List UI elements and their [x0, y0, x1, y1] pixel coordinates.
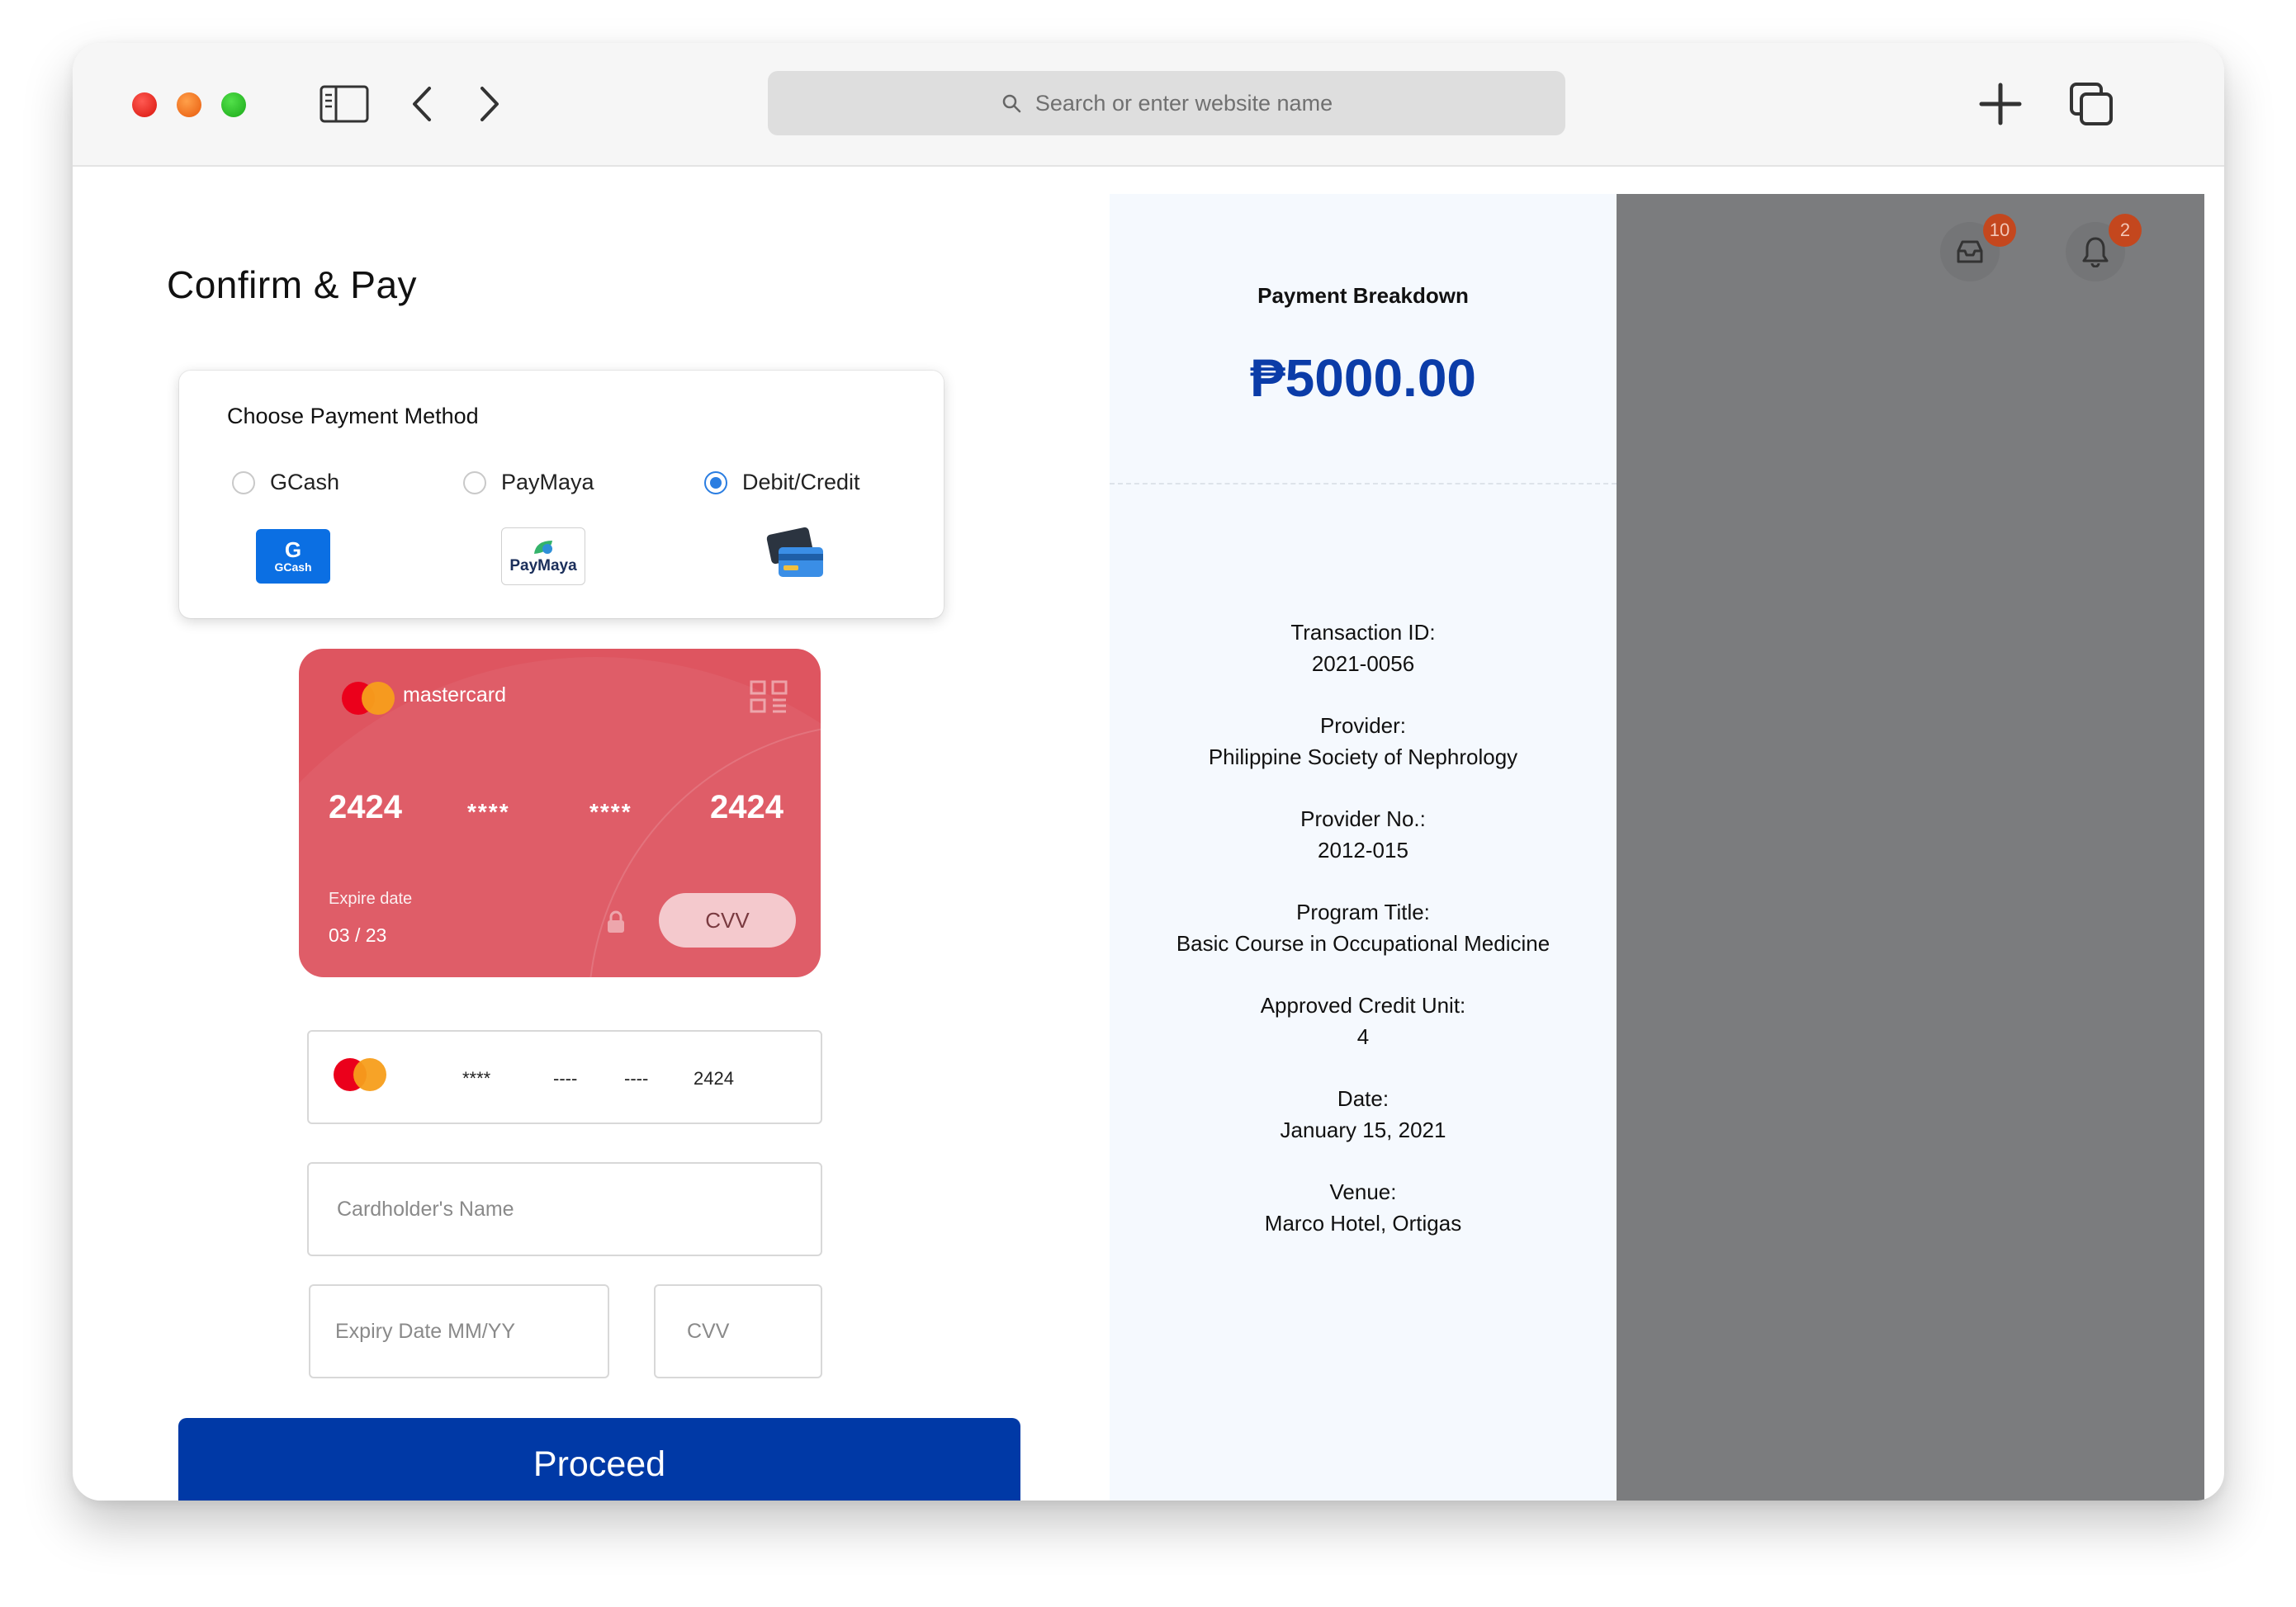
cvv-input[interactable]: CVV — [654, 1284, 822, 1378]
breakdown-title: Payment Breakdown — [1257, 283, 1469, 308]
bell-icon — [2082, 237, 2109, 267]
paymaya-leaf-icon — [534, 541, 552, 554]
card-number-field[interactable]: **** ---- ---- 2424 — [307, 1030, 822, 1124]
sidebar-toggle-icon[interactable] — [319, 81, 370, 127]
browser-toolbar: Search or enter website name — [73, 43, 2224, 167]
cardholder-name-placeholder: Cardholder's Name — [337, 1197, 514, 1221]
gcash-label: GCash — [270, 470, 340, 494]
modal-backdrop: 10 2 — [1617, 194, 2204, 1501]
page-title: Confirm & Pay — [167, 263, 418, 306]
notification-badge: 2 — [2109, 214, 2142, 247]
expire-date-value: 03 / 23 — [329, 924, 387, 946]
expiry-date-placeholder: Expiry Date MM/YY — [335, 1319, 516, 1343]
expire-date-label: Expire date — [329, 890, 413, 908]
inbox-icon — [1957, 240, 1983, 263]
payment-breakdown-panel: Payment Breakdown ₱5000.00 Transaction I… — [1110, 194, 1617, 1501]
paymaya-logo-text: PayMaya — [509, 557, 577, 574]
close-window-button[interactable] — [132, 92, 157, 117]
detail-value: January 15, 2021 — [1280, 1118, 1446, 1142]
new-tab-icon[interactable] — [1975, 81, 2026, 127]
address-placeholder: Search or enter website name — [1034, 90, 1333, 116]
detail-date: Date: January 15, 2021 — [1110, 1083, 1617, 1146]
detail-credit-unit: Approved Credit Unit: 4 — [1110, 990, 1617, 1052]
card-number-last: 2424 — [710, 789, 783, 825]
contactless-chip-icon — [750, 680, 788, 713]
detail-label: Program Title: — [1296, 900, 1430, 924]
lock-icon — [604, 910, 627, 934]
detail-venue: Venue: Marco Hotel, Ortigas — [1110, 1176, 1617, 1239]
detail-value: Philippine Society of Nephrology — [1208, 744, 1518, 769]
debit-credit-label: Debit/Credit — [742, 470, 860, 494]
detail-value: 4 — [1356, 1024, 1370, 1049]
paymaya-label: PayMaya — [501, 470, 594, 494]
card-number-masked-1: **** — [467, 799, 510, 825]
detail-value: 2021-0056 — [1311, 651, 1415, 676]
detail-label: Approved Credit Unit: — [1260, 993, 1466, 1018]
card-number-part-3: ---- — [624, 1068, 649, 1089]
detail-value: 2012-015 — [1318, 838, 1408, 863]
payment-option-paymaya[interactable]: PayMaya — [463, 470, 594, 495]
payment-method-title: Choose Payment Method — [227, 404, 479, 428]
proceed-button[interactable]: Proceed — [178, 1418, 1020, 1501]
detail-label: Transaction ID: — [1290, 620, 1436, 645]
breakdown-divider — [1110, 483, 1617, 484]
card-number-masked-2: **** — [589, 799, 632, 825]
notifications-button[interactable]: 2 — [2066, 214, 2142, 281]
address-bar[interactable]: Search or enter website name — [768, 71, 1565, 135]
payment-method-panel: Choose Payment Method GCash PayMaya Debi… — [179, 371, 944, 618]
forward-icon[interactable] — [464, 81, 515, 127]
cardholder-name-input[interactable]: Cardholder's Name — [307, 1162, 822, 1256]
detail-value: Marco Hotel, Ortigas — [1264, 1211, 1462, 1236]
gcash-logo[interactable]: G GCash — [256, 529, 330, 584]
browser-window: Search or enter website name Confirm & P… — [73, 43, 2224, 1501]
payment-option-debit-credit[interactable]: Debit/Credit — [704, 470, 860, 495]
paymaya-logo[interactable]: PayMaya — [501, 527, 585, 585]
card-preview: mastercard 2424 **** **** 2424 Expire da… — [299, 649, 821, 977]
expiry-date-input[interactable]: Expiry Date MM/YY — [309, 1284, 609, 1378]
page-content: Confirm & Pay Choose Payment Method GCas… — [86, 168, 2211, 1501]
card-number-part-1: **** — [462, 1068, 491, 1089]
mastercard-icon — [334, 1058, 386, 1091]
detail-program-title: Program Title: Basic Course in Occupatio… — [1110, 896, 1617, 959]
detail-provider: Provider: Philippine Society of Nephrolo… — [1110, 710, 1617, 773]
card-number-part-2: ---- — [553, 1068, 578, 1089]
minimize-window-button[interactable] — [177, 92, 201, 117]
detail-value: Basic Course in Occupational Medicine — [1176, 931, 1550, 956]
detail-label: Venue: — [1329, 1179, 1397, 1204]
gcash-logo-text: GCash — [274, 560, 312, 574]
paymaya-radio[interactable] — [463, 470, 486, 494]
search-icon — [1002, 94, 1021, 113]
card-number-part-4: 2424 — [694, 1068, 734, 1089]
credit-cards-icon[interactable] — [765, 526, 825, 584]
detail-provider-no: Provider No.: 2012-015 — [1110, 803, 1617, 866]
inbox-badge: 10 — [1983, 214, 2016, 247]
detail-label: Provider No.: — [1300, 806, 1426, 831]
gcash-logo-glyph: G — [284, 537, 302, 562]
tabs-overview-icon[interactable] — [2066, 81, 2117, 127]
back-icon[interactable] — [396, 81, 447, 127]
detail-transaction-id: Transaction ID: 2021-0056 — [1110, 617, 1617, 679]
debit-credit-radio[interactable] — [704, 470, 727, 494]
mastercard-logo-icon — [342, 682, 395, 715]
gcash-radio[interactable] — [232, 470, 255, 494]
breakdown-amount: ₱5000.00 — [1249, 348, 1477, 408]
card-number-first: 2424 — [329, 789, 402, 825]
inbox-button[interactable]: 10 — [1940, 214, 2016, 281]
card-brand: mastercard — [403, 683, 507, 707]
maximize-window-button[interactable] — [221, 92, 246, 117]
payment-option-gcash[interactable]: GCash — [232, 470, 339, 495]
detail-label: Date: — [1337, 1086, 1389, 1111]
cvv-placeholder: CVV — [687, 1319, 730, 1343]
detail-label: Provider: — [1319, 713, 1407, 738]
cvv-pill: CVV — [659, 893, 796, 948]
